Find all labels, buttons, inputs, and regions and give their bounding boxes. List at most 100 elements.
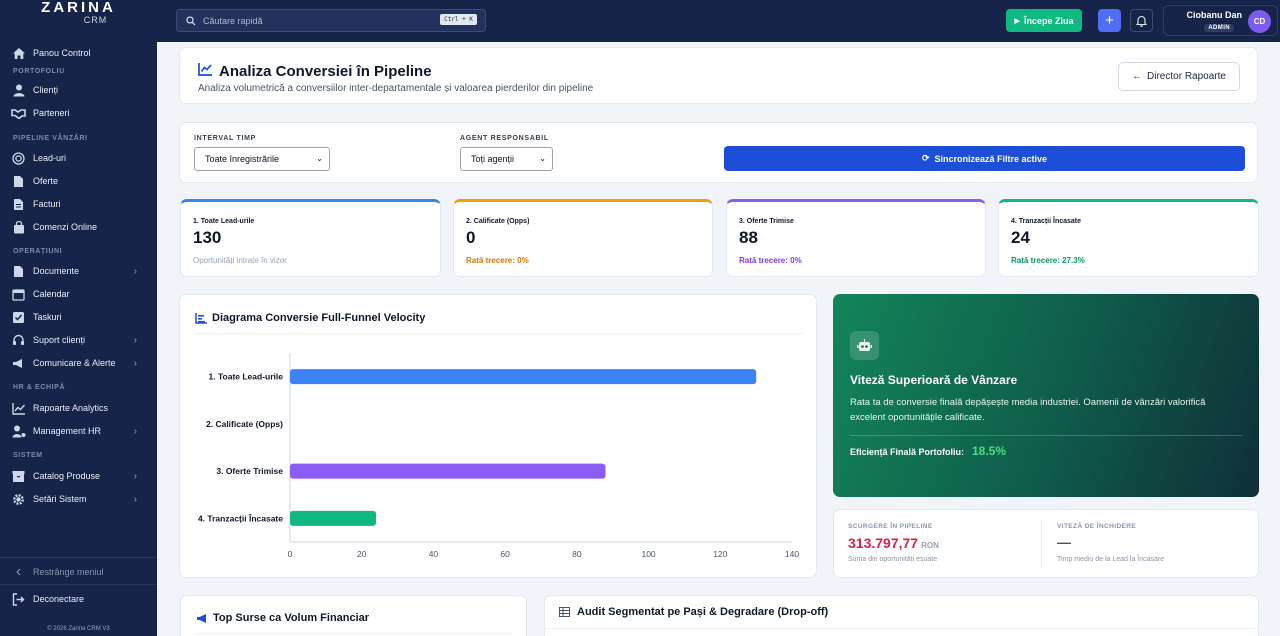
sidebar-item-clients[interactable]: Clienți <box>0 79 157 101</box>
notifications-button[interactable] <box>1130 9 1153 32</box>
sidebar-item-label: Panou Control <box>33 48 91 58</box>
logo-name: ZARINA <box>41 0 116 16</box>
x-tick-label: 120 <box>713 549 727 559</box>
chevron-right-icon: › <box>133 265 137 277</box>
target-icon <box>11 151 26 166</box>
kpi-sub: Oportunități intrate în vizor <box>193 256 287 265</box>
support-icon <box>11 333 26 348</box>
page-subtitle: Analiza volumetrică a conversiilor inter… <box>198 83 594 94</box>
user-gear-icon <box>11 424 26 439</box>
sidebar-item-label: Facturi <box>33 199 61 209</box>
top-bar: Căutare rapidă Ctrl + K ▶ Începe Ziua + C… <box>157 0 1280 42</box>
agent-value: Toți agenții <box>471 154 515 164</box>
logo-sub: CRM <box>83 15 108 25</box>
sidebar-item-label: Comenzi Online <box>33 222 98 232</box>
x-tick-label: 80 <box>572 549 582 559</box>
collapse-label: Restrânge meniul <box>33 567 104 577</box>
sidebar-item-support[interactable]: Suport clienți › <box>0 329 157 351</box>
document-icon <box>11 264 26 279</box>
sidebar-item-partners[interactable]: Parteneri <box>0 102 157 124</box>
interval-value: Toate înregistrările <box>205 154 280 164</box>
chevron-down-icon: ⌄ <box>539 154 546 163</box>
chart-line-icon <box>198 63 212 76</box>
sidebar-item-label: Lead-uri <box>33 153 67 163</box>
efficiency-value: 18.5% <box>972 444 1007 458</box>
search-input[interactable]: Căutare rapidă Ctrl + K <box>176 9 486 32</box>
sidebar-item-label: Catalog Produse <box>33 471 101 481</box>
filters-card: INTERVAL TIMP Toate înregistrările ⌄ AGEN… <box>179 122 1258 183</box>
invoice-icon <box>11 197 26 212</box>
sidebar-item-label: Clienți <box>33 85 59 95</box>
divider <box>1041 522 1042 566</box>
box-icon <box>11 469 26 484</box>
sidebar-item-leads[interactable]: Lead-uri <box>0 147 157 169</box>
speed-sub: Timp mediu de la Lead la Încasare <box>1057 556 1165 563</box>
divider <box>196 633 513 634</box>
play-icon: ▶ <box>1014 17 1020 25</box>
section-label: PIPELINE VÂNZĂRI <box>13 135 88 142</box>
back-to-reports-button[interactable]: ← Director Rapoarte <box>1118 62 1240 91</box>
audit-card: Audit Segmentat pe Pași & Degradare (Dro… <box>544 595 1260 636</box>
efficiency-label: Eficiență Finală Portofoliu: <box>850 447 965 457</box>
divider <box>0 584 157 585</box>
divider <box>0 557 157 558</box>
insight-title: Viteză Superioară de Vânzare <box>850 373 1018 387</box>
sync-filters-button[interactable]: ⟳ Sincronizează Filtre active <box>724 146 1245 171</box>
x-tick-label: 140 <box>785 549 799 559</box>
sidebar-item-analytics[interactable]: Rapoarte Analytics <box>0 397 157 419</box>
sync-label: Sincronizează Filtre active <box>934 153 1048 164</box>
divider <box>545 628 1260 629</box>
logout-button[interactable]: Deconectare <box>0 588 157 610</box>
kpi-card-offers: 3. Oferte Trimise 88 Rată trecere: 0% <box>726 199 986 277</box>
leak-amount: 313.797,77 <box>848 535 919 551</box>
page-header: Analiza Conversiei în Pipeline Analiza v… <box>179 47 1258 104</box>
sidebar-item-label: Oferte <box>33 176 59 186</box>
sidebar-item-label: Comunicare & Alerte <box>33 358 116 368</box>
user-role-badge: ADMIN <box>1204 24 1234 32</box>
shortcut-badge: Ctrl + K <box>440 14 477 25</box>
sidebar-item-invoices[interactable]: Facturi <box>0 193 157 215</box>
calendar-icon <box>11 287 26 302</box>
sidebar-item-communication[interactable]: Comunicare & Alerte › <box>0 352 157 374</box>
collapse-menu-button[interactable]: ‹ Restrânge meniul <box>0 561 157 583</box>
add-button[interactable]: + <box>1098 9 1121 32</box>
start-day-button[interactable]: ▶ Începe Ziua <box>1006 9 1082 32</box>
sidebar-item-tasks[interactable]: Taskuri <box>0 306 157 328</box>
interval-select[interactable]: Toate înregistrările ⌄ <box>194 147 330 171</box>
metrics-card: SCURGERE ÎN PIPELINE 313.797,77 RON Suma … <box>833 509 1259 578</box>
refresh-icon: ⟳ <box>921 153 930 163</box>
funnel-bar-chart: 1. Toate Lead-urile 2. Calificate (Opps) 3… <box>198 353 799 559</box>
sidebar-item-catalog[interactable]: Catalog Produse › <box>0 465 157 487</box>
sidebar-item-offers[interactable]: Oferte <box>0 170 157 192</box>
sidebar-item-label: Setări Sistem <box>33 494 87 504</box>
kpi-label: 3. Oferte Trimise <box>739 218 794 225</box>
agent-label: AGENT RESPONSABIL <box>460 135 549 142</box>
sidebar-item-online-orders[interactable]: Comenzi Online <box>0 216 157 238</box>
kpi-value: 130 <box>193 228 222 247</box>
category-label: 3. Oferte Trimise <box>216 466 283 476</box>
gear-icon <box>11 492 26 507</box>
logo[interactable]: ZARINA CRM <box>0 0 157 42</box>
sidebar-item-documents[interactable]: Documente › <box>0 260 157 282</box>
bar <box>290 369 757 385</box>
kpi-label: 1. Toate Lead-urile <box>193 218 255 225</box>
robot-icon <box>850 331 879 360</box>
insight-card: Viteză Superioară de Vânzare Rata ta de … <box>833 294 1259 497</box>
speed-value: — <box>1057 534 1071 550</box>
bell-icon <box>1136 15 1147 27</box>
chevron-right-icon: › <box>133 493 137 505</box>
leak-value: 313.797,77 RON <box>848 535 939 551</box>
megaphone-icon <box>11 356 26 371</box>
sidebar-item-calendar[interactable]: Calendar <box>0 283 157 305</box>
agent-select[interactable]: Toți agenții ⌄ <box>460 147 553 171</box>
user-icon <box>11 83 26 98</box>
leak-unit: RON <box>921 541 939 550</box>
sidebar-item-dashboard[interactable]: Panou Control <box>0 42 157 64</box>
funnel-chart-card: Diagrama Conversie Full-Funnel Velocity … <box>179 294 817 578</box>
search-placeholder: Căutare rapidă <box>203 15 263 26</box>
user-menu[interactable]: Ciobanu Dan ADMIN CD <box>1163 5 1278 36</box>
sidebar-item-hr[interactable]: Management HR › <box>0 420 157 442</box>
top-sources-card: Top Surse ca Volum Financiar <box>180 595 527 636</box>
sidebar-item-settings[interactable]: Setări Sistem › <box>0 488 157 510</box>
check-square-icon <box>11 310 26 325</box>
